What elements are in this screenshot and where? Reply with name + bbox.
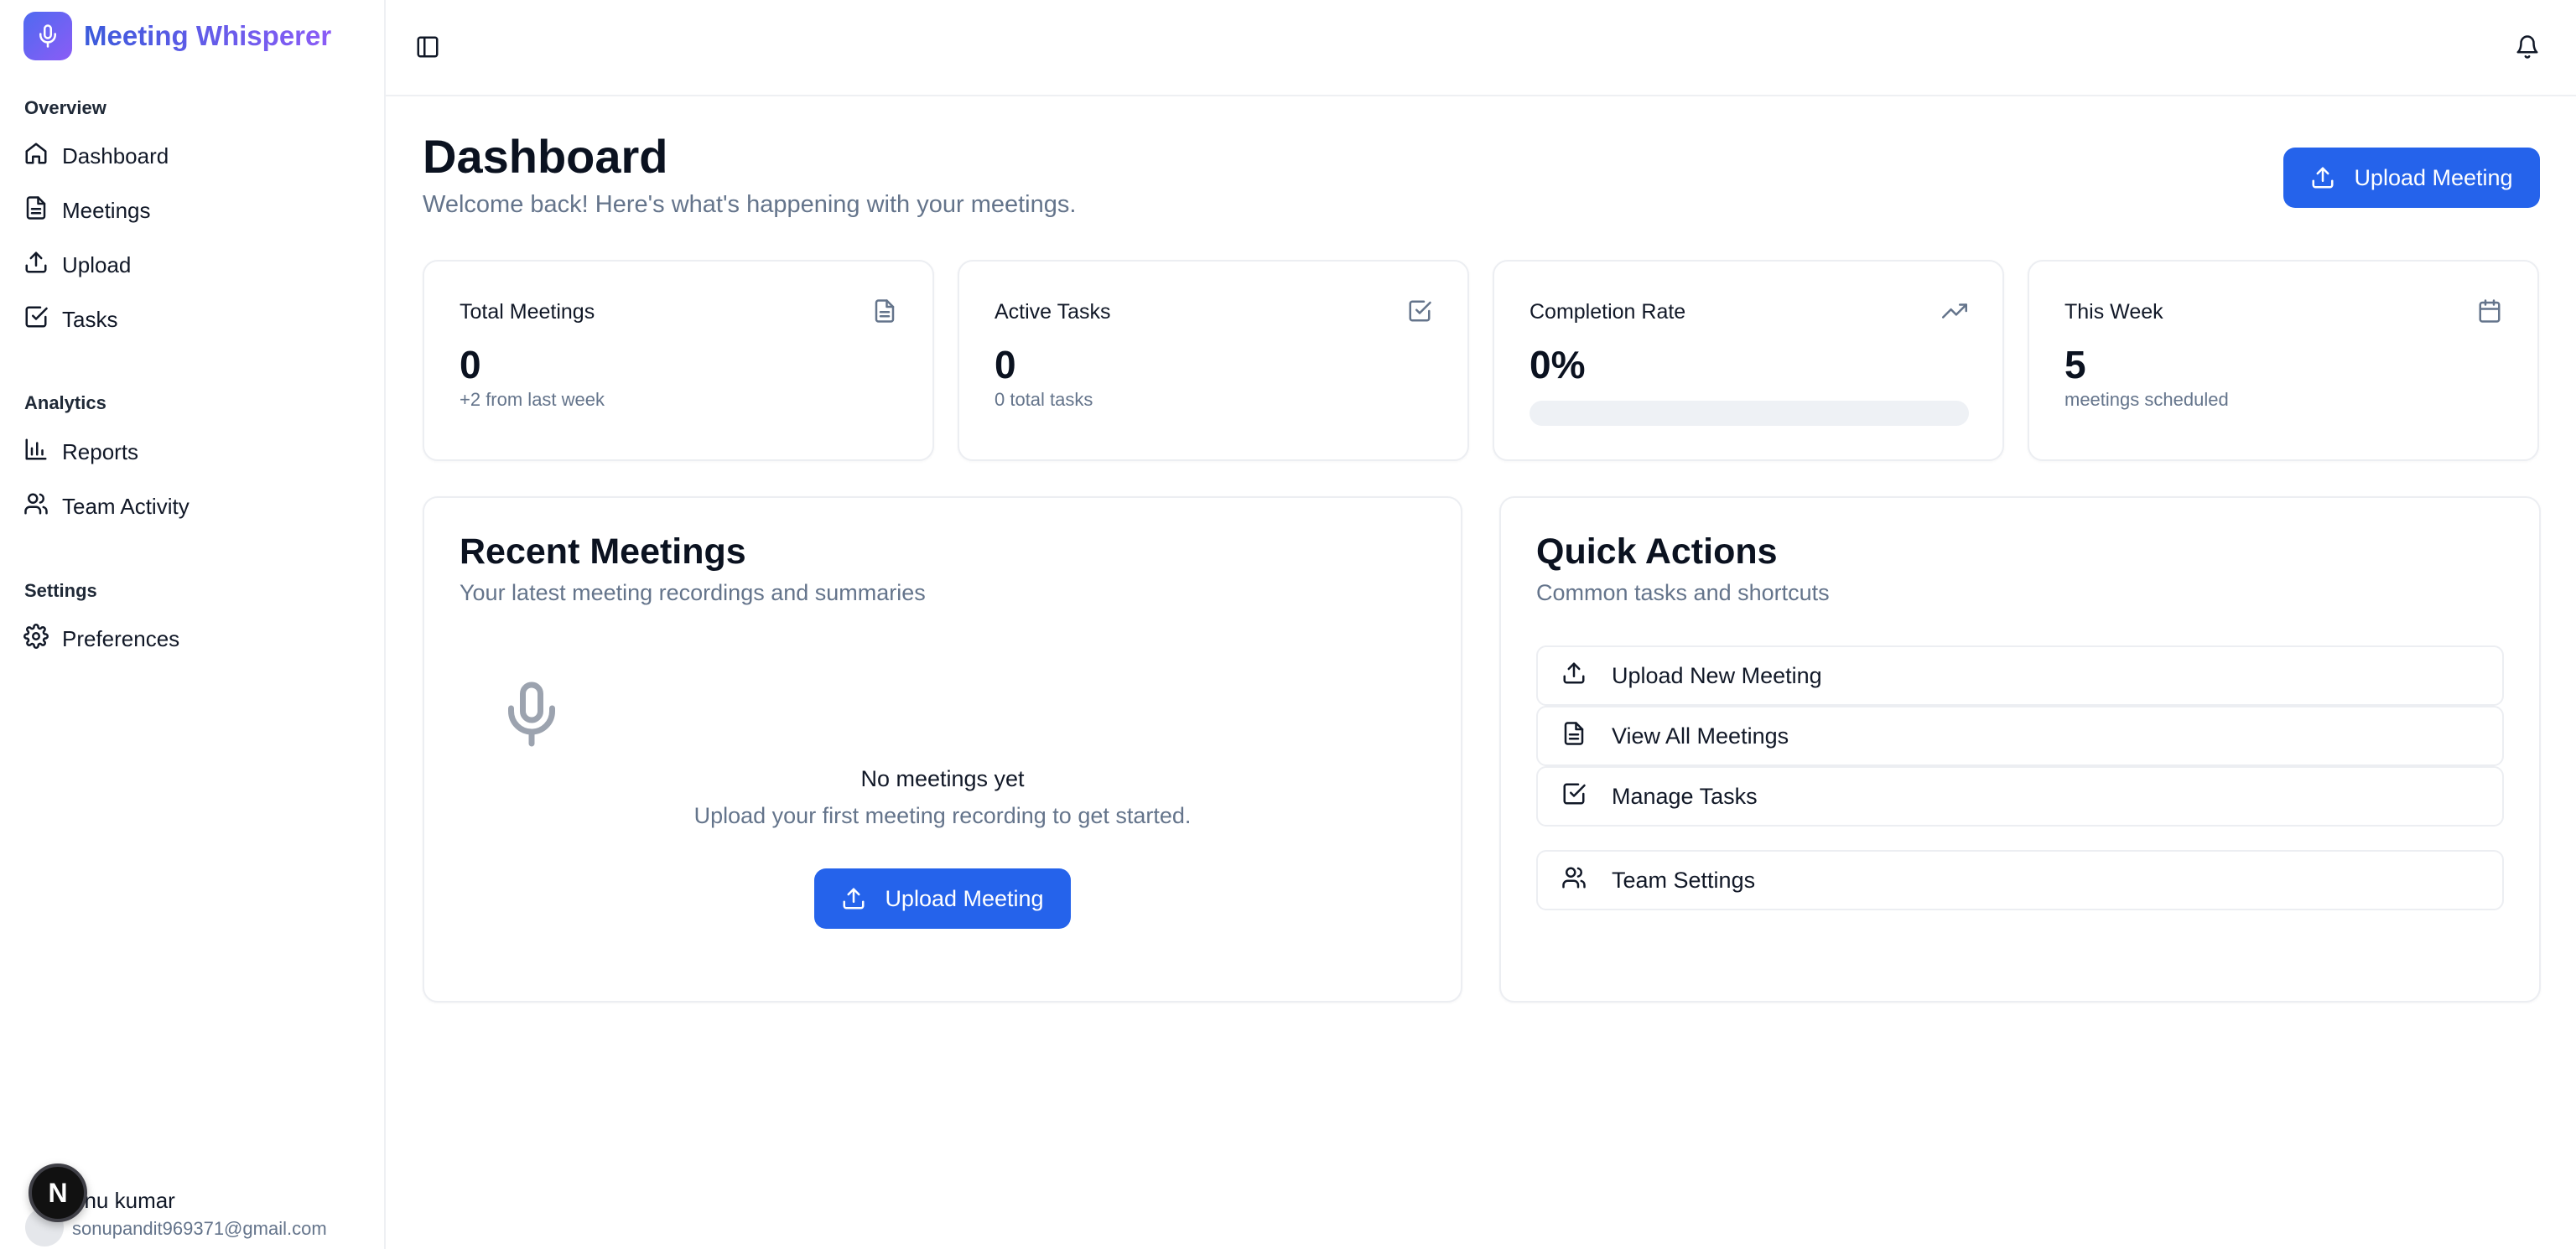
sidebar-toggle-button[interactable]: [413, 32, 443, 62]
stat-label: Completion Rate: [1530, 300, 1686, 324]
sidebar-item-meetings[interactable]: Meetings: [23, 189, 151, 232]
group-label-overview: Overview: [24, 97, 106, 118]
stat-sub: meetings scheduled: [2064, 389, 2229, 410]
empty-upload-meeting-button[interactable]: Upload Meeting: [814, 868, 1071, 929]
empty-state-subtitle: Upload your first meeting recording to g…: [693, 803, 1192, 828]
page-subtitle: Welcome back! Here's what's happening wi…: [423, 191, 1077, 218]
file-text-icon: [872, 298, 897, 324]
sidebar-item-label: Tasks: [62, 306, 118, 332]
upload-icon: [2312, 167, 2334, 189]
empty-state-title: No meetings yet: [860, 766, 1025, 791]
stat-card-active-tasks: Active Tasks 0 0 total tasks: [958, 260, 1469, 461]
quick-action-label: View All Meetings: [1612, 723, 1789, 749]
stat-label: Active Tasks: [995, 300, 1111, 324]
bell-icon: [2516, 35, 2538, 59]
upload-meeting-label: Upload Meeting: [885, 885, 1044, 911]
sidebar-item-reports[interactable]: Reports: [23, 430, 138, 474]
sidebar-item-preferences[interactable]: Preferences: [23, 617, 179, 661]
stat-value: 0: [995, 343, 1016, 386]
quick-actions-title: Quick Actions: [1536, 531, 1778, 572]
sidebar-item-label: Meetings: [62, 197, 151, 223]
gear-icon: [23, 623, 49, 655]
check-square-icon: [1407, 298, 1432, 324]
upload-meeting-button[interactable]: Upload Meeting: [2283, 148, 2540, 208]
topbar: [386, 0, 2576, 96]
calendar-icon: [2477, 298, 2502, 324]
users-icon: [23, 491, 49, 522]
page-title: Dashboard: [423, 130, 668, 183]
quick-action-team-settings[interactable]: Team Settings: [1536, 850, 2504, 910]
bar-chart-icon: [23, 437, 49, 468]
stat-card-completion-rate: Completion Rate 0%: [1493, 260, 2004, 461]
sidebar-item-team-activity[interactable]: Team Activity: [23, 485, 190, 528]
sidebar-item-label: Dashboard: [62, 143, 169, 168]
app-root: Meeting Whisperer Overview Dashboard Mee…: [0, 0, 2576, 1249]
stat-label: Total Meetings: [460, 300, 595, 324]
sidebar-item-tasks[interactable]: Tasks: [23, 298, 117, 341]
sidebar-item-label: Upload: [62, 251, 132, 277]
upload-icon: [843, 888, 865, 910]
quick-action-view-all-meetings[interactable]: View All Meetings: [1536, 706, 2504, 766]
mic-icon: [496, 679, 567, 749]
check-square-icon: [23, 304, 49, 335]
mic-icon: [23, 12, 72, 60]
quick-action-upload-new-meeting[interactable]: Upload New Meeting: [1536, 645, 2504, 706]
quick-action-label: Upload New Meeting: [1612, 662, 1822, 688]
stat-value: 5: [2064, 343, 2086, 386]
sidebar-item-label: Preferences: [62, 625, 180, 651]
user-email: sonupandit969371@gmail.com: [72, 1218, 327, 1239]
sidebar-item-upload[interactable]: Upload: [23, 243, 131, 287]
sidebar-item-dashboard[interactable]: Dashboard: [23, 134, 169, 178]
upload-icon: [1561, 661, 1587, 692]
stat-label: This Week: [2064, 300, 2163, 324]
quick-action-label: Team Settings: [1612, 867, 1756, 893]
quick-action-label: Manage Tasks: [1612, 783, 1758, 809]
file-text-icon: [1561, 721, 1587, 752]
recent-meetings-title: Recent Meetings: [460, 531, 746, 572]
group-label-analytics: Analytics: [24, 392, 106, 413]
quick-actions-subtitle: Common tasks and shortcuts: [1536, 580, 1830, 605]
stat-card-total-meetings: Total Meetings 0 +2 from last week: [423, 260, 934, 461]
notifications-button[interactable]: [2512, 32, 2542, 62]
stat-sub: 0 total tasks: [995, 389, 1093, 410]
completion-progress-bar: [1530, 401, 1969, 426]
brand-title: Meeting Whisperer: [84, 20, 332, 51]
sidebar: Meeting Whisperer Overview Dashboard Mee…: [0, 0, 386, 1249]
dev-tools-badge[interactable]: N: [29, 1163, 87, 1222]
stat-sub: +2 from last week: [460, 389, 605, 410]
recent-meetings-subtitle: Your latest meeting recordings and summa…: [460, 580, 926, 605]
stat-card-this-week: This Week 5 meetings scheduled: [2028, 260, 2539, 461]
brand[interactable]: Meeting Whisperer: [23, 12, 331, 60]
group-label-settings: Settings: [24, 580, 97, 601]
home-icon: [23, 141, 49, 172]
stat-value: 0%: [1530, 343, 1586, 386]
upload-meeting-label: Upload Meeting: [2354, 164, 2513, 190]
panel-left-icon: [417, 36, 439, 58]
users-icon: [1561, 865, 1587, 896]
quick-action-manage-tasks[interactable]: Manage Tasks: [1536, 766, 2504, 827]
stat-value: 0: [460, 343, 481, 386]
user-name: onu kumar: [72, 1188, 175, 1213]
check-square-icon: [1561, 781, 1587, 812]
sidebar-item-label: Team Activity: [62, 493, 190, 519]
trending-up-icon: [1942, 298, 1967, 324]
upload-icon: [23, 250, 49, 281]
sidebar-item-label: Reports: [62, 438, 139, 464]
file-text-icon: [23, 195, 49, 226]
